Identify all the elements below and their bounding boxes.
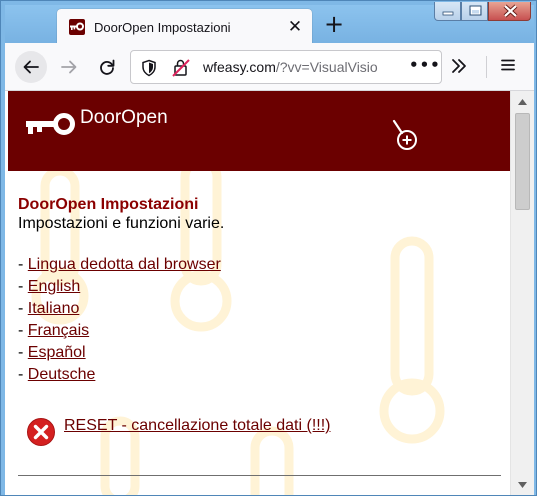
reset-data-link[interactable]: RESET - cancellazione totale dati (!!!) <box>64 417 331 435</box>
scroll-up-button[interactable] <box>511 93 534 110</box>
url-path: /?vv=VisualVisio <box>275 59 378 75</box>
page-title: DoorOpen Impostazioni <box>18 196 199 213</box>
error-x-icon[interactable] <box>26 417 56 447</box>
key-icon <box>69 19 85 35</box>
new-tab-button[interactable]: + <box>321 11 347 37</box>
page-actions-button[interactable]: ••• <box>409 56 441 74</box>
chevron-double-right-icon[interactable] <box>449 55 469 77</box>
tracking-blocked-icon[interactable] <box>171 58 191 78</box>
window-close-button[interactable] <box>488 2 531 21</box>
language-link-english[interactable]: English <box>28 278 80 295</box>
list-item: - Italiano <box>18 300 80 317</box>
shield-icon[interactable] <box>141 59 157 77</box>
page-subtitle: Impostazioni e funzioni varie. <box>18 215 225 232</box>
divider <box>18 475 501 476</box>
url-text[interactable]: wfeasy.com/?vv=VisualVisio <box>203 59 399 75</box>
back-arrow-icon <box>23 60 39 74</box>
forward-arrow-icon <box>61 60 77 74</box>
tab-title: DoorOpen Impostazioni <box>94 20 231 35</box>
list-item: - Español <box>18 344 86 361</box>
scroll-thumb[interactable] <box>515 113 530 210</box>
maximize-icon <box>469 5 482 16</box>
reload-icon <box>100 59 115 75</box>
language-list: - Lingua dedotta dal browser - English -… <box>18 254 498 386</box>
url-host: wfeasy.com <box>203 59 276 75</box>
add-key-icon[interactable] <box>390 119 424 153</box>
forward-button[interactable] <box>53 51 85 83</box>
maximize-button[interactable] <box>461 2 488 21</box>
caret-down-icon <box>518 481 527 488</box>
tab-active[interactable]: DoorOpen Impostazioni ✕ <box>57 9 312 45</box>
back-button[interactable] <box>15 51 47 83</box>
language-link-italiano[interactable]: Italiano <box>28 300 80 317</box>
list-item: - Lingua dedotta dal browser <box>18 256 221 273</box>
browser-window: DoorOpen Impostazioni ✕ + wfeasy.com/?vv… <box>0 0 537 496</box>
language-link-francais[interactable]: Français <box>28 322 89 339</box>
settings-content: DoorOpen Impostazioni Impostazioni e fun… <box>18 195 498 386</box>
minimize-button[interactable] <box>434 2 461 21</box>
navigation-toolbar: wfeasy.com/?vv=VisualVisio ••• <box>5 43 534 91</box>
caret-up-icon <box>518 98 527 105</box>
window-controls <box>434 2 531 22</box>
minimize-icon <box>442 11 454 16</box>
reload-button[interactable] <box>91 51 123 83</box>
list-item: - Deutsche <box>18 366 96 383</box>
window-close-icon <box>503 4 518 18</box>
list-item: - English <box>18 278 81 295</box>
site-header: DoorOpen <box>8 91 510 171</box>
close-icon[interactable]: ✕ <box>286 18 304 36</box>
list-item: - Français <box>18 322 90 339</box>
site-brand: DoorOpen <box>80 107 168 128</box>
scroll-down-button[interactable] <box>511 476 534 493</box>
key-icon <box>26 113 75 135</box>
language-link-browser[interactable]: Lingua dedotta dal browser <box>28 256 221 273</box>
language-link-deutsche[interactable]: Deutsche <box>28 366 96 383</box>
address-bar[interactable]: wfeasy.com/?vv=VisualVisio ••• <box>130 50 442 84</box>
tab-bar: DoorOpen Impostazioni ✕ + <box>5 2 534 45</box>
hamburger-menu-icon[interactable] <box>499 56 517 74</box>
page-viewport: DoorOpen DoorOpen Impostazioni Impostazi… <box>5 91 510 495</box>
language-link-espanol[interactable]: Español <box>28 344 86 361</box>
vertical-scrollbar[interactable] <box>510 91 534 495</box>
toolbar-separator <box>486 56 487 78</box>
